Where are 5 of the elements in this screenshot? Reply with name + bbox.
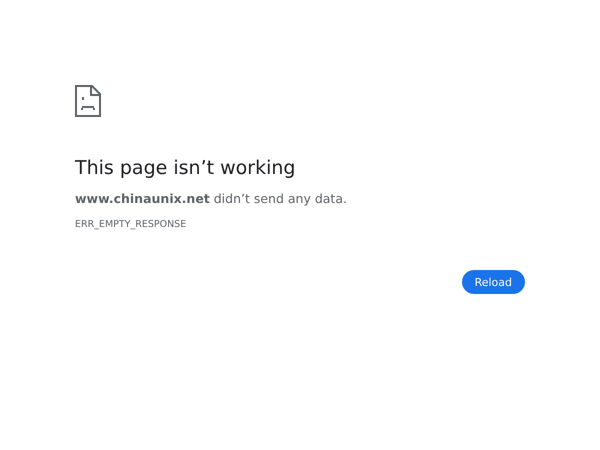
error-title: This page isn’t working (75, 156, 296, 181)
error-code: ERR_EMPTY_RESPONSE (75, 219, 186, 230)
reload-button[interactable]: Reload (462, 270, 525, 294)
error-message: www.chinaunix.net didn’t send any data. (75, 191, 347, 206)
sad-page-icon (75, 85, 101, 117)
